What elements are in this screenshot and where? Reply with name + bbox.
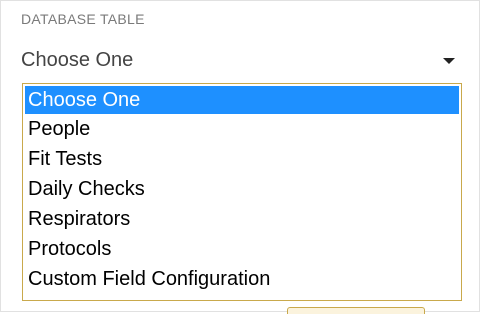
option-protocols[interactable]: Protocols	[23, 234, 461, 264]
select-current-value: Choose One	[21, 49, 134, 71]
form-panel: DATABASE TABLE Choose One Choose One Peo…	[0, 0, 480, 314]
chevron-down-icon[interactable]	[443, 58, 455, 64]
option-people[interactable]: People	[23, 114, 461, 144]
option-fit-tests[interactable]: Fit Tests	[23, 144, 461, 174]
field-label: DATABASE TABLE	[21, 11, 145, 27]
dropdown-list: Choose One People Fit Tests Daily Checks…	[22, 83, 462, 301]
option-respirators[interactable]: Respirators	[23, 204, 461, 234]
partially-hidden-button[interactable]	[287, 307, 425, 314]
option-custom-field-configuration[interactable]: Custom Field Configuration	[23, 264, 461, 294]
option-choose-one[interactable]: Choose One	[25, 86, 459, 114]
option-daily-checks[interactable]: Daily Checks	[23, 174, 461, 204]
database-table-select[interactable]: Choose One	[19, 41, 465, 79]
